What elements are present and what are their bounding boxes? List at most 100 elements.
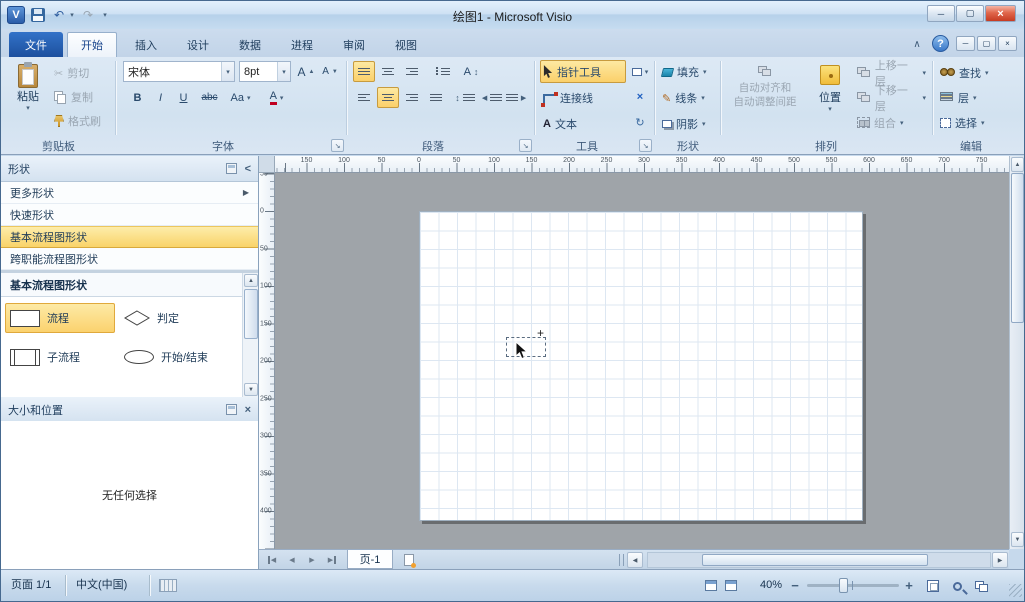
grow-font-button[interactable]: A▲ (295, 61, 317, 82)
minimize-button[interactable]: ─ (927, 5, 955, 22)
text-tool-button[interactable]: A 文本 (540, 112, 626, 135)
previous-page-button[interactable]: ◀ (283, 552, 301, 568)
group-button[interactable]: 组合▾ (854, 112, 929, 133)
page-indicator[interactable]: 页面 1/1 (11, 570, 51, 601)
fit-page-button[interactable] (923, 577, 943, 595)
page-tab-1[interactable]: 页-1 (347, 550, 393, 569)
collapse-panel-icon[interactable]: < (245, 163, 251, 175)
canvas[interactable]: + (275, 173, 1009, 549)
paragraph-dialog-launcher[interactable]: ↘ (519, 139, 532, 152)
shadow-button[interactable]: 阴影▾ (659, 113, 717, 135)
tab-review[interactable]: 审阅 (329, 32, 379, 57)
drawing-page[interactable] (419, 211, 863, 521)
doc-restore-button[interactable]: ▢ (977, 36, 996, 51)
increase-indent-button[interactable]: ▶ (505, 87, 527, 108)
align-bottom-button[interactable] (401, 61, 423, 82)
scroll-left-icon[interactable]: ◀ (627, 552, 643, 568)
zoom-slider-thumb[interactable] (839, 578, 848, 593)
master-start-end[interactable]: 开始/结束 (119, 342, 229, 372)
pan-zoom-window-icon[interactable] (722, 578, 740, 593)
resize-grip[interactable] (1009, 584, 1022, 597)
tab-file[interactable]: 文件 (9, 32, 63, 57)
vertical-scroll-thumb[interactable] (1011, 173, 1024, 323)
connection-point-tool-button[interactable]: × (628, 86, 652, 107)
master-subprocess[interactable]: 子流程 (5, 342, 115, 372)
macro-record-icon[interactable] (702, 578, 720, 593)
auto-align-button[interactable]: 自动对齐和 自动调整间距 (725, 59, 805, 135)
justify-button[interactable] (425, 87, 447, 108)
stencil-tab-basic-flowchart[interactable]: 基本流程图形状 (1, 226, 258, 248)
help-icon[interactable]: ? (932, 35, 949, 52)
position-button[interactable]: 位置 ▾ (809, 59, 851, 135)
zoom-dialog-button[interactable] (947, 577, 967, 595)
cut-button[interactable]: ✂ 剪切 (51, 63, 113, 83)
font-dialog-launcher[interactable]: ↘ (331, 139, 344, 152)
scroll-up-icon[interactable]: ▲ (1011, 157, 1024, 172)
next-page-button[interactable]: ▶ (303, 552, 321, 568)
strikethrough-button[interactable]: abc (196, 87, 223, 108)
float-panel-icon[interactable] (226, 404, 237, 415)
maximize-button[interactable]: ▢ (956, 5, 984, 22)
doc-minimize-button[interactable]: ─ (956, 36, 975, 51)
stencil-scroll-thumb[interactable] (244, 289, 258, 339)
decrease-indent-button[interactable]: ◀ (481, 87, 503, 108)
font-name-combo[interactable]: 宋体 ▾ (123, 61, 235, 82)
zoom-out-icon[interactable]: − (787, 570, 803, 601)
quick-shapes-item[interactable]: 快速形状 (1, 204, 258, 226)
copy-button[interactable]: 复制 (51, 87, 113, 107)
more-shapes-item[interactable]: 更多形状 ▶ (1, 182, 258, 204)
tab-view[interactable]: 视图 (381, 32, 431, 57)
rectangle-tool-button[interactable]: ▾ (628, 61, 652, 82)
font-size-combo[interactable]: 8pt ▾ (239, 61, 291, 82)
stencil-tab-cross-functional[interactable]: 跨职能流程图形状 (1, 248, 258, 270)
tab-data[interactable]: 数据 (225, 32, 275, 57)
align-top-button[interactable] (353, 61, 375, 82)
horizontal-scrollbar[interactable] (647, 552, 991, 568)
bring-forward-button[interactable]: 上移一层▾ (854, 62, 929, 83)
scroll-right-icon[interactable]: ▶ (992, 552, 1008, 568)
font-size-dropdown-icon[interactable]: ▾ (277, 62, 290, 81)
first-page-button[interactable]: ◀ (263, 552, 281, 568)
master-process[interactable]: 流程 (5, 303, 115, 333)
tools-dialog-launcher[interactable]: ↘ (639, 139, 652, 152)
change-case-button[interactable]: Aa▾ (225, 87, 256, 108)
layers-button[interactable]: 层▾ (937, 87, 1007, 108)
underline-button[interactable]: U (173, 87, 194, 108)
doc-close-button[interactable]: × (998, 36, 1017, 51)
float-panel-icon[interactable] (226, 163, 237, 174)
paste-button[interactable]: 粘贴 ▾ (6, 59, 50, 135)
line-spacing-button[interactable]: ↕ (453, 87, 477, 108)
format-painter-button[interactable]: 格式刷 (51, 111, 113, 131)
language-indicator[interactable]: 中文(中国) (76, 570, 127, 601)
close-panel-icon[interactable]: × (245, 404, 251, 416)
text-direction-button[interactable]: A↕ (459, 61, 483, 82)
zoom-in-icon[interactable]: + (901, 570, 917, 601)
horizontal-scroll-thumb[interactable] (702, 554, 928, 566)
zoom-level[interactable]: 40% (746, 570, 782, 601)
tab-process[interactable]: 进程 (277, 32, 327, 57)
font-name-dropdown-icon[interactable]: ▾ (221, 62, 234, 81)
zoom-slider[interactable] (807, 584, 899, 587)
minimize-ribbon-icon[interactable]: ∧ (906, 35, 928, 53)
vertical-scrollbar[interactable]: ▲ ▼ (1009, 156, 1024, 549)
bold-button[interactable]: B (127, 87, 148, 108)
align-right-button[interactable] (401, 87, 423, 108)
last-page-button[interactable]: ▶ (323, 552, 341, 568)
pane-splitter-handle[interactable] (619, 554, 624, 566)
line-button[interactable]: ✎ 线条▾ (659, 87, 717, 109)
scroll-down-icon[interactable]: ▼ (1011, 532, 1024, 547)
font-color-button[interactable]: A ▾ (261, 87, 292, 108)
select-button[interactable]: 选择▾ (937, 112, 1007, 133)
stencil-scroll-up-icon[interactable]: ▲ (244, 274, 258, 287)
fill-button[interactable]: 填充▾ (659, 61, 717, 83)
switch-windows-button[interactable] (971, 577, 991, 595)
align-center-button[interactable] (377, 87, 399, 108)
connector-tool-button[interactable]: 连接线 (540, 86, 626, 109)
send-backward-button[interactable]: 下移一层▾ (854, 87, 929, 108)
tab-design[interactable]: 设计 (173, 32, 223, 57)
find-button[interactable]: 查找▾ (937, 62, 1007, 83)
pointer-tool-button[interactable]: 指针工具 (540, 60, 626, 83)
master-decision[interactable]: 判定 (119, 303, 229, 333)
align-middle-button[interactable] (377, 61, 399, 82)
tab-insert[interactable]: 插入 (121, 32, 171, 57)
